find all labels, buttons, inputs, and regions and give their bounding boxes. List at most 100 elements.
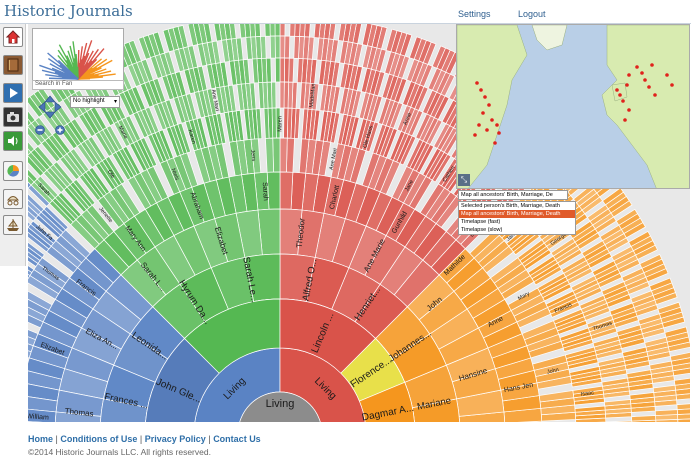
map-event-marker[interactable] [479, 88, 483, 92]
fan-segment[interactable] [279, 171, 294, 210]
footer-privacy-link[interactable]: Privacy Policy [145, 434, 206, 444]
map-mode-select[interactable]: Map all ancestors' Birth, Marriage, De [458, 190, 568, 200]
fan-segment[interactable] [631, 415, 657, 422]
fan-segment[interactable] [289, 24, 296, 37]
map-event-marker[interactable] [615, 88, 619, 92]
top-bar: Historic Journals Settings Logout [0, 0, 691, 24]
map-event-marker[interactable] [621, 99, 625, 103]
fan-segment[interactable] [283, 81, 289, 109]
fan-segment[interactable] [263, 107, 270, 139]
map-event-marker[interactable] [665, 73, 669, 77]
fan-segment[interactable] [258, 82, 265, 109]
fan-segment[interactable] [299, 24, 306, 38]
map-option[interactable]: Timelapse (slow) [459, 226, 575, 234]
fan-segment[interactable] [265, 137, 274, 173]
fan-segment[interactable] [269, 35, 276, 59]
brand-title[interactable]: Historic Journals [4, 2, 133, 20]
fan-segment[interactable] [279, 24, 286, 37]
pan-right-icon [54, 101, 62, 113]
left-toolbar [0, 24, 26, 266]
fan-search-input[interactable]: Search in Fan [32, 80, 124, 90]
collapse-map-icon[interactable]: ⤡ [458, 174, 470, 186]
fan-chart-stage[interactable]: Living Living Living John Gle... Lincoln ...… [28, 24, 690, 422]
map-event-marker[interactable] [495, 123, 499, 127]
map-event-marker[interactable] [627, 108, 631, 112]
fan-segment[interactable] [286, 137, 295, 173]
pan-zoom-control[interactable] [32, 94, 68, 140]
pan-up-icon [44, 95, 56, 103]
fan-segment[interactable] [274, 24, 281, 37]
map-event-marker[interactable] [487, 103, 491, 107]
map-option[interactable]: Selected person's Birth, Marriage, Death [459, 202, 575, 210]
map-event-marker[interactable] [490, 118, 494, 122]
greenland-land [531, 25, 568, 51]
home-icon[interactable] [3, 27, 23, 47]
speaker-icon[interactable] [3, 131, 23, 151]
fan-segment[interactable] [239, 24, 247, 39]
map-event-marker[interactable] [670, 83, 674, 87]
fan-segment[interactable] [605, 420, 633, 422]
fan-segment[interactable] [275, 57, 281, 83]
pan-down-icon [44, 111, 56, 119]
fan-center-label: Living [266, 398, 295, 410]
footer-home-link[interactable]: Home [28, 434, 53, 444]
map-mode-menu[interactable]: Selected person's Birth, Marriage, Death… [458, 201, 576, 235]
fan-segment[interactable] [283, 107, 289, 139]
fan-segment[interactable] [251, 58, 259, 84]
map-event-marker[interactable] [653, 93, 657, 97]
fan-segment[interactable] [272, 137, 281, 173]
fan-segment[interactable] [293, 35, 300, 59]
chart-icon[interactable] [3, 161, 23, 181]
map-event-marker[interactable] [485, 128, 489, 132]
pan-left-icon [38, 101, 46, 113]
fan-segment[interactable] [284, 35, 291, 59]
map-event-marker[interactable] [647, 85, 651, 89]
map-event-marker[interactable] [475, 81, 479, 85]
fan-label: Sarah [261, 182, 269, 201]
logout-link[interactable]: Logout [518, 9, 546, 19]
map-event-marker[interactable] [625, 83, 629, 87]
map-event-marker[interactable] [623, 118, 627, 122]
europe-africa-land [601, 25, 689, 188]
fan-segment[interactable] [283, 57, 290, 83]
fan-segment[interactable] [274, 35, 281, 59]
fan-label: Maren [277, 116, 283, 132]
fan-segment[interactable] [279, 57, 285, 83]
ship-icon[interactable] [3, 215, 23, 235]
camera-icon[interactable] [3, 107, 23, 127]
fan-segment[interactable] [676, 403, 690, 410]
map-event-marker[interactable] [483, 95, 487, 99]
map-event-marker[interactable] [643, 78, 647, 82]
fan-segment[interactable] [294, 24, 301, 37]
footer-separator: | [208, 434, 211, 444]
book-icon[interactable] [3, 55, 23, 75]
footer-conditions-link[interactable]: Conditions of Use [60, 434, 137, 444]
ancestor-map[interactable] [456, 24, 690, 189]
fan-segment[interactable] [654, 409, 678, 416]
map-option-selected[interactable]: Map all ancestors' Birth, Marriage, Deat… [459, 210, 575, 218]
map-event-marker[interactable] [481, 111, 485, 115]
map-event-marker[interactable] [618, 93, 622, 97]
map-event-marker[interactable] [635, 65, 639, 69]
map-event-marker[interactable] [627, 73, 631, 77]
fan-segment[interactable] [279, 137, 288, 173]
app-window: Historic Journals Settings Logout Living… [0, 0, 691, 460]
settings-link[interactable]: Settings [458, 9, 491, 19]
map-event-marker[interactable] [493, 141, 497, 145]
map-event-marker[interactable] [650, 63, 654, 67]
north-america-land [457, 25, 528, 188]
footer-contact-link[interactable]: Contact Us [213, 434, 261, 444]
map-option[interactable]: Timelapse (fast) [459, 218, 575, 226]
fan-label: William [28, 413, 49, 422]
map-event-marker[interactable] [477, 123, 481, 127]
play-icon[interactable] [3, 83, 23, 103]
map-event-marker[interactable] [473, 133, 477, 137]
fan-segment[interactable] [279, 81, 285, 109]
map-event-marker[interactable] [640, 71, 644, 75]
wagon-icon[interactable] [3, 189, 23, 209]
fan-segment[interactable] [279, 35, 286, 59]
highlight-select[interactable]: No highlight ▾ [70, 96, 120, 108]
chevron-down-icon: ▾ [113, 99, 117, 105]
map-event-marker[interactable] [497, 131, 501, 135]
fan-segment[interactable] [264, 24, 271, 37]
